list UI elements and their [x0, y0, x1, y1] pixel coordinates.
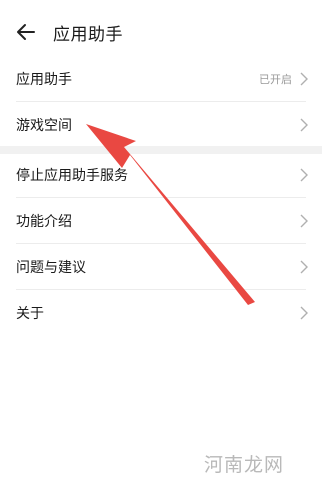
chevron-right-icon	[300, 72, 308, 86]
status-text: 已开启	[259, 73, 292, 86]
settings-section-2: 停止应用助手服务 功能介绍 问题与建议 关于	[0, 152, 322, 336]
settings-section-1: 应用助手 已开启 游戏空间	[0, 56, 322, 148]
settings-row-feedback[interactable]: 问题与建议	[0, 244, 322, 290]
chevron-right-icon	[300, 118, 308, 132]
chevron-right-icon	[300, 168, 308, 182]
settings-row-about[interactable]: 关于	[0, 290, 322, 336]
row-label: 游戏空间	[16, 118, 72, 134]
chevron-right-icon	[300, 214, 308, 228]
page-title: 应用助手	[53, 25, 123, 45]
back-arrow-icon[interactable]	[14, 20, 38, 44]
settings-row-game-space[interactable]: 游戏空间	[0, 102, 322, 148]
row-label: 应用助手	[16, 72, 72, 88]
app-header: 应用助手	[0, 0, 322, 62]
watermark-text: 河南龙网	[204, 454, 285, 476]
settings-row-app-assistant[interactable]: 应用助手 已开启	[0, 56, 322, 102]
settings-row-stop-service[interactable]: 停止应用助手服务	[0, 152, 322, 198]
chevron-right-icon	[300, 306, 308, 320]
row-label: 问题与建议	[16, 260, 86, 276]
row-label: 功能介绍	[16, 214, 72, 230]
settings-row-features[interactable]: 功能介绍	[0, 198, 322, 244]
row-label: 停止应用助手服务	[16, 168, 128, 184]
chevron-right-icon	[300, 260, 308, 274]
row-label: 关于	[16, 306, 44, 322]
